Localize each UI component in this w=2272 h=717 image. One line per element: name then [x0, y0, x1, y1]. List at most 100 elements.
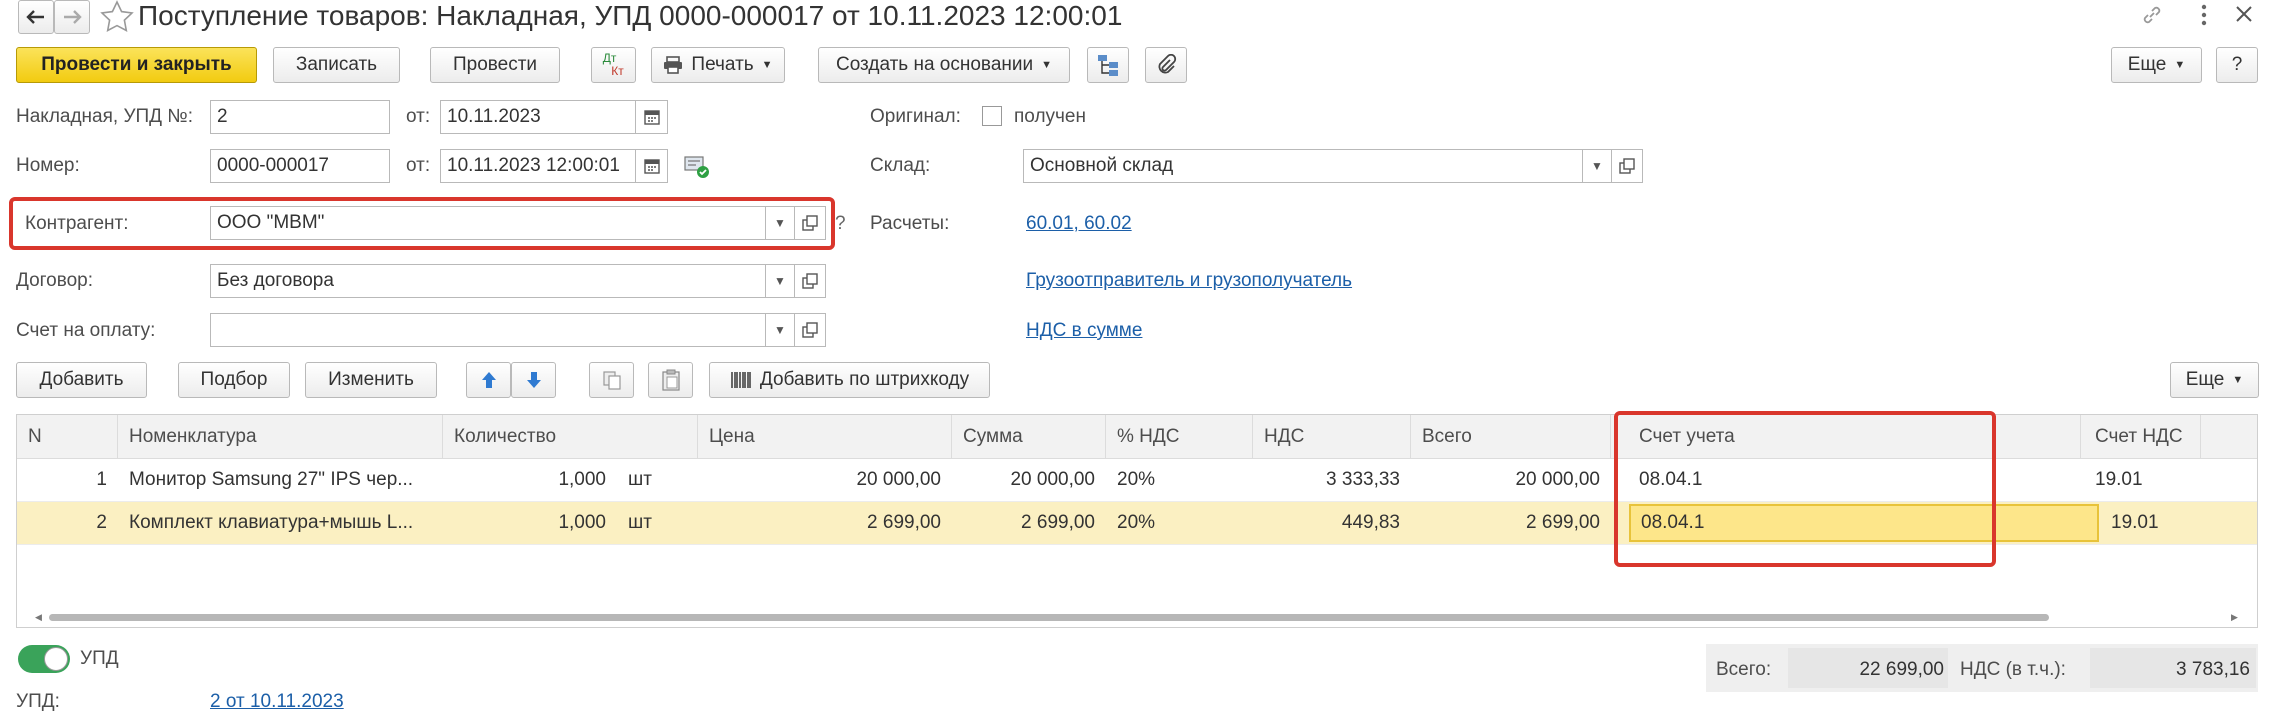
shipper-consignee-link[interactable]: Грузоотправитель и грузополучатель	[1026, 270, 1352, 292]
save-button[interactable]: Записать	[273, 47, 400, 83]
row-account-active-cell[interactable]: 08.04.1	[1629, 504, 2099, 542]
upd-toggle[interactable]	[18, 645, 70, 673]
settlements-link[interactable]: 60.01, 60.02	[1026, 213, 1132, 235]
counterparty-input[interactable]: ООО "МВМ"	[210, 206, 766, 240]
row-quantity[interactable]: 1,000	[443, 502, 617, 544]
row-sum[interactable]: 20 000,00	[952, 459, 1106, 501]
vat-in-sum-link[interactable]: НДС в сумме	[1026, 320, 1142, 342]
row-total[interactable]: 2 699,00	[1411, 502, 1611, 544]
column-header-nomenclature[interactable]: Номенклатура	[118, 415, 443, 459]
payment-invoice-open-button[interactable]	[794, 313, 826, 347]
table-header: N Номенклатура Количество Цена Сумма % Н…	[17, 415, 2257, 459]
row-vat-rate[interactable]: 20%	[1106, 459, 1253, 501]
invoice-date-calendar-button[interactable]	[636, 100, 668, 134]
select-items-button[interactable]: Подбор	[178, 362, 290, 398]
dt-kt-button[interactable]: Дт Кт	[591, 47, 636, 83]
column-header-n[interactable]: N	[17, 415, 118, 459]
scrollbar-thumb[interactable]	[49, 614, 2049, 621]
row-total[interactable]: 20 000,00	[1411, 459, 1611, 501]
counterparty-help-mark[interactable]: ?	[835, 213, 846, 235]
invoice-date-input[interactable]: 10.11.2023	[440, 100, 636, 134]
register-check-icon[interactable]	[684, 155, 710, 179]
table-more-button[interactable]: Еще ▼	[2170, 362, 2259, 398]
attach-button[interactable]	[1145, 47, 1187, 83]
row-vat-rate[interactable]: 20%	[1106, 502, 1253, 544]
row-quantity[interactable]: 1,000	[443, 459, 617, 501]
row-account[interactable]: 08.04.1	[1611, 459, 2081, 501]
scroll-right-arrow[interactable]: ▶	[2231, 612, 2238, 623]
link-icon[interactable]	[2140, 3, 2164, 27]
original-received-checkbox[interactable]	[982, 106, 1002, 126]
column-header-total[interactable]: Всего	[1411, 415, 1611, 459]
create-based-on-button[interactable]: Создать на основании ▼	[818, 47, 1070, 83]
back-button[interactable]	[18, 0, 54, 34]
structure-button[interactable]	[1087, 47, 1129, 83]
counterparty-dropdown-button[interactable]: ▼	[765, 206, 795, 240]
warehouse-input[interactable]: Основной склад	[1023, 149, 1583, 183]
invoice-number-input[interactable]: 2	[210, 100, 390, 134]
counterparty-label: Контрагент:	[25, 213, 129, 234]
column-header-account[interactable]: Счет учета	[1611, 415, 2081, 459]
contract-dropdown-button[interactable]: ▼	[765, 264, 795, 298]
chevron-down-icon: ▼	[774, 216, 786, 230]
chevron-down-icon: ▼	[1591, 159, 1603, 173]
table-more-label: Еще	[2185, 369, 2225, 390]
chevron-down-icon: ▼	[761, 59, 773, 71]
favorite-star-icon[interactable]	[100, 0, 134, 32]
help-button[interactable]: ?	[2216, 47, 2258, 83]
row-vat-account[interactable]: 19.01	[2101, 502, 2201, 544]
invoice-number-label: Накладная, УПД №:	[16, 106, 193, 127]
post-and-close-button[interactable]: Провести и закрыть	[16, 47, 257, 83]
column-header-vat[interactable]: НДС	[1253, 415, 1411, 459]
table-row[interactable]: 2 Комплект клавиатура+мышь L... 1,000 шт…	[17, 502, 2257, 545]
row-vat-account[interactable]: 19.01	[2081, 459, 2201, 501]
upd-document-link[interactable]: 2 от 10.11.2023	[210, 691, 344, 713]
row-price[interactable]: 2 699,00	[698, 502, 952, 544]
horizontal-scrollbar[interactable]: ◀ ▶	[35, 611, 2243, 623]
more-menu-icon[interactable]	[2200, 3, 2208, 27]
more-button[interactable]: Еще ▼	[2111, 47, 2202, 83]
paste-row-button[interactable]	[648, 362, 693, 398]
table-row[interactable]: 1 Монитор Samsung 27" IPS чер... 1,000 ш…	[17, 459, 2257, 502]
move-down-button[interactable]	[511, 362, 556, 398]
copy-row-button[interactable]	[589, 362, 634, 398]
post-button[interactable]: Провести	[430, 47, 560, 83]
forward-button[interactable]	[54, 0, 90, 34]
close-icon[interactable]	[2234, 4, 2254, 24]
counterparty-open-button[interactable]	[794, 206, 826, 240]
row-vat[interactable]: 449,83	[1253, 502, 1411, 544]
column-header-vat-rate[interactable]: % НДС	[1106, 415, 1253, 459]
print-label: Печать	[691, 54, 754, 75]
add-by-barcode-button[interactable]: Добавить по штрихкоду	[709, 362, 990, 398]
structure-icon	[1098, 55, 1118, 76]
warehouse-open-button[interactable]	[1611, 149, 1643, 183]
row-vat[interactable]: 3 333,33	[1253, 459, 1411, 501]
row-nomenclature[interactable]: Комплект клавиатура+мышь L...	[118, 502, 443, 544]
add-row-button[interactable]: Добавить	[16, 362, 147, 398]
number-date-calendar-button[interactable]	[636, 149, 668, 183]
number-date-input[interactable]: 10.11.2023 12:00:01	[440, 149, 636, 183]
chevron-down-icon: ▼	[774, 274, 786, 288]
column-header-vat-account[interactable]: Счет НДС	[2081, 415, 2201, 459]
change-button[interactable]: Изменить	[305, 362, 437, 398]
contract-input[interactable]: Без договора	[210, 264, 766, 298]
scroll-left-arrow[interactable]: ◀	[35, 612, 42, 623]
upd-label: УПД:	[16, 691, 60, 712]
row-sum[interactable]: 2 699,00	[952, 502, 1106, 544]
column-header-sum[interactable]: Сумма	[952, 415, 1106, 459]
goods-table[interactable]: N Номенклатура Количество Цена Сумма % Н…	[16, 414, 2258, 628]
number-date-from-label: от:	[406, 155, 431, 176]
warehouse-dropdown-button[interactable]: ▼	[1582, 149, 1612, 183]
original-received-label: получен	[1014, 106, 1086, 127]
row-price[interactable]: 20 000,00	[698, 459, 952, 501]
column-header-price[interactable]: Цена	[698, 415, 952, 459]
column-header-quantity[interactable]: Количество	[443, 415, 698, 459]
contract-open-button[interactable]	[794, 264, 826, 298]
payment-invoice-dropdown-button[interactable]: ▼	[765, 313, 795, 347]
row-nomenclature[interactable]: Монитор Samsung 27" IPS чер...	[118, 459, 443, 501]
barcode-icon	[731, 372, 751, 388]
number-input[interactable]: 0000-000017	[210, 149, 390, 183]
print-button[interactable]: Печать ▼	[651, 47, 785, 83]
payment-invoice-input[interactable]	[210, 313, 766, 347]
move-up-button[interactable]	[466, 362, 511, 398]
